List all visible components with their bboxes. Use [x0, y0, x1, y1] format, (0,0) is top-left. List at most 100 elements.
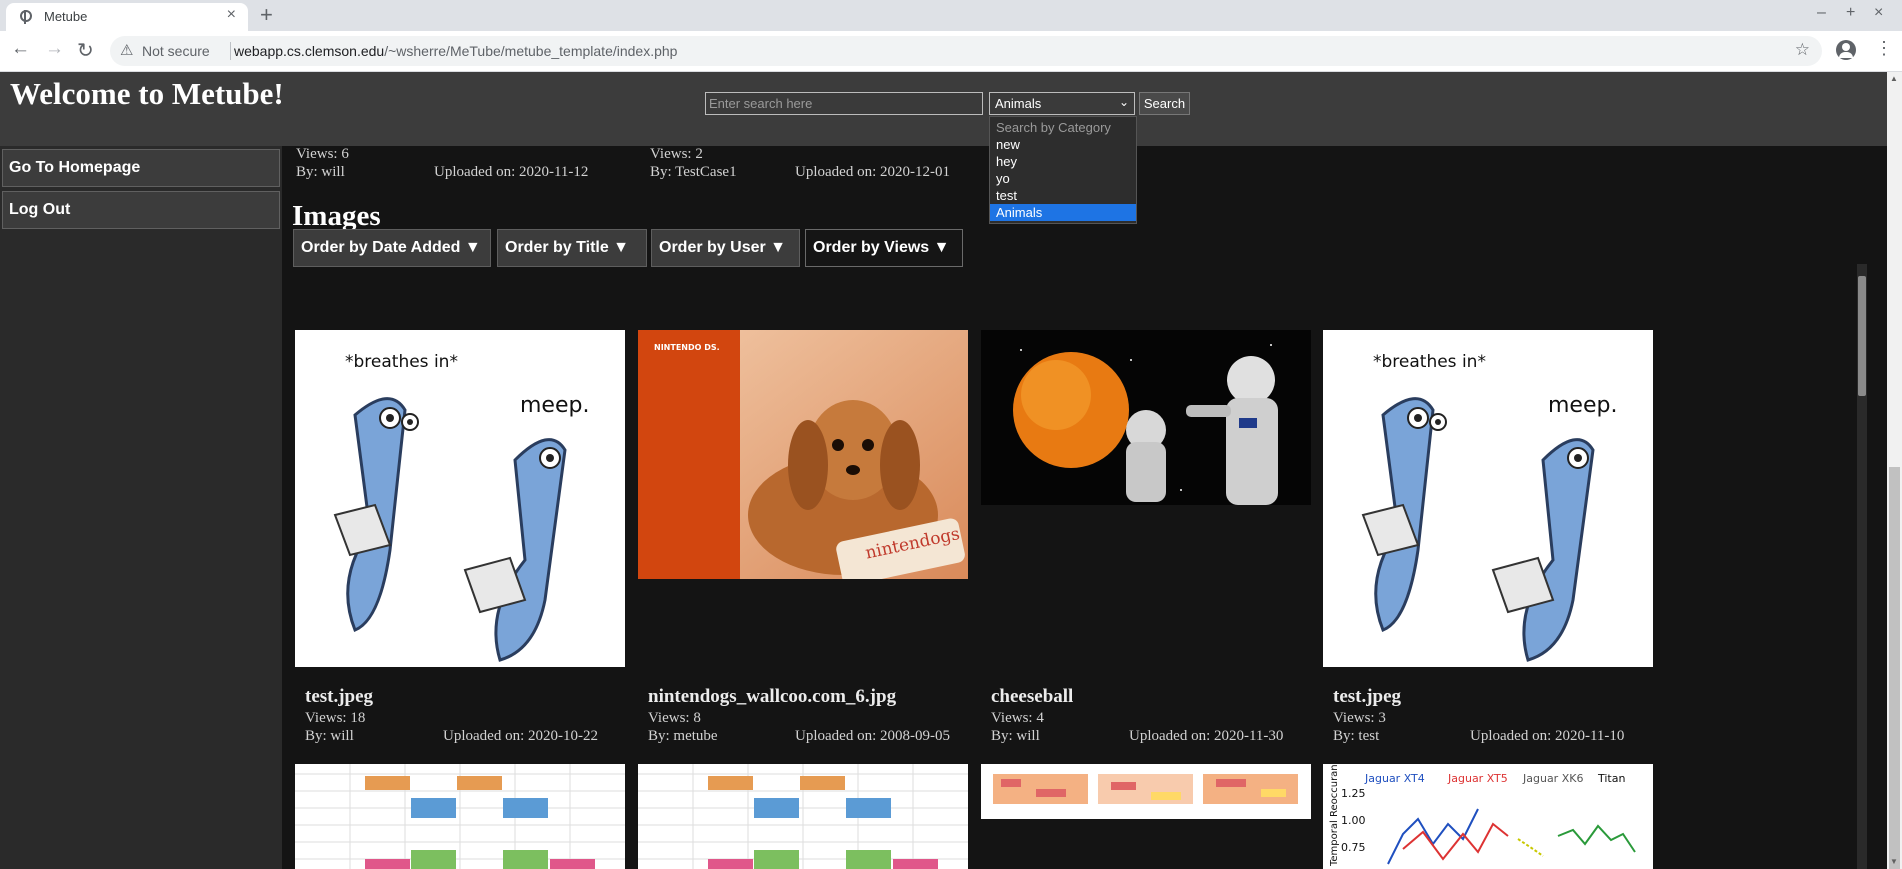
thumb-caption: NINTENDO DS.: [654, 343, 720, 352]
content-scrollbar[interactable]: [1857, 264, 1867, 869]
back-icon[interactable]: ←: [11, 38, 30, 60]
divider: [230, 42, 231, 60]
browser-tab-strip: Metube × + – + ×: [0, 0, 1902, 31]
forward-icon[interactable]: →: [45, 38, 64, 60]
category-dropdown: Search by Category new hey yo test Anima…: [989, 116, 1137, 224]
page-scrollbar[interactable]: ▲ ▼: [1887, 72, 1902, 869]
cartoon-image: *breathes in* meep.: [295, 330, 625, 667]
tab-close-icon[interactable]: ×: [227, 6, 236, 24]
menu-icon[interactable]: ⋮: [1875, 38, 1893, 59]
heatmap-image: [981, 764, 1311, 819]
url-text: webapp.cs.clemson.edu/~wsherre/MeTube/me…: [234, 43, 678, 59]
card-thumbnail[interactable]: *breathes in* meep.: [295, 330, 625, 667]
chart-tick-label: 1.00: [1341, 814, 1366, 827]
card-title[interactable]: test.jpeg: [305, 686, 373, 708]
calendar-image: [295, 764, 625, 869]
chart-legend-item: Jaguar XK6: [1522, 772, 1583, 785]
tab-title: Metube: [44, 9, 88, 24]
sort-by-date-button[interactable]: Order by Date Added ▼: [293, 229, 491, 267]
browser-tab[interactable]: Metube ×: [6, 3, 248, 31]
chart-tick-label: 1.25: [1341, 787, 1366, 800]
card-thumbnail[interactable]: [981, 330, 1311, 505]
thumb-caption: meep.: [520, 393, 589, 418]
card-thumbnail[interactable]: Jaguar XT4 Jaguar XT5 Jaguar XK6 Titan 1…: [1323, 764, 1653, 869]
account-icon[interactable]: [1836, 40, 1856, 60]
card-upload-date: Uploaded on: 2020-11-12: [434, 164, 589, 180]
category-option-hey[interactable]: hey: [990, 153, 1136, 170]
card-upload-date: Uploaded on: 2008-09-05: [795, 728, 950, 744]
card-upload-date: Uploaded on: 2020-11-30: [1129, 728, 1284, 744]
line-chart-image: Jaguar XT4 Jaguar XT5 Jaguar XK6 Titan 1…: [1323, 764, 1653, 869]
category-option-new[interactable]: new: [990, 136, 1136, 153]
chart-legend-item: Jaguar XT5: [1447, 772, 1508, 785]
card-thumbnail[interactable]: [638, 764, 968, 869]
thumb-caption: *breathes in*: [1373, 352, 1486, 372]
content-scrollbar-thumb[interactable]: [1858, 276, 1866, 396]
card-author: By: metube: [648, 728, 718, 744]
search-input[interactable]: [705, 92, 983, 115]
site-header: Welcome to Metube! Animals ⌄ Search: [0, 72, 1887, 146]
card-upload-date: Uploaded on: 2020-12-01: [795, 164, 950, 180]
star-icon[interactable]: ☆: [1795, 40, 1810, 60]
card-views: Views: 6: [296, 146, 349, 162]
card-author: By: will: [991, 728, 1040, 744]
scroll-up-icon[interactable]: ▲: [1890, 74, 1898, 83]
chevron-down-icon: ⌄: [1118, 95, 1129, 109]
reload-icon[interactable]: ↻: [77, 38, 94, 63]
card-upload-date: Uploaded on: 2020-11-10: [1470, 728, 1625, 744]
card-author: By: test: [1333, 728, 1380, 744]
card-author: By: TestCase1: [650, 164, 737, 180]
card-thumbnail[interactable]: [981, 764, 1311, 819]
sidebar-item-homepage[interactable]: Go To Homepage: [2, 149, 280, 187]
browser-toolbar: ← → ↻ ⚠ Not secure webapp.cs.clemson.edu…: [0, 31, 1902, 72]
card-views: Views: 8: [648, 710, 701, 726]
card-views: Views: 3: [1333, 710, 1386, 726]
page-scrollbar-thumb[interactable]: [1889, 467, 1900, 869]
window-close-icon[interactable]: ×: [1874, 4, 1883, 22]
page: Welcome to Metube! Animals ⌄ Search Sear…: [0, 72, 1902, 869]
card-author: By: will: [305, 728, 354, 744]
search-button[interactable]: Search: [1139, 92, 1190, 115]
site-title: Welcome to Metube!: [10, 76, 284, 111]
sort-by-views-button[interactable]: Order by Views ▼: [805, 229, 963, 267]
card-views: Views: 4: [991, 710, 1044, 726]
category-select-value: Animals: [995, 96, 1042, 111]
thumb-caption: meep.: [1548, 393, 1617, 418]
maximize-icon[interactable]: +: [1846, 4, 1855, 22]
card-upload-date: Uploaded on: 2020-10-22: [443, 728, 598, 744]
sort-by-user-button[interactable]: Order by User ▼: [651, 229, 800, 267]
category-select[interactable]: Animals ⌄: [989, 92, 1135, 115]
astronaut-image: [981, 330, 1311, 505]
sidebar: Go To Homepage Log Out: [0, 146, 282, 869]
card-author: By: will: [296, 164, 345, 180]
category-option-animals[interactable]: Animals: [990, 204, 1136, 221]
card-thumbnail[interactable]: [295, 764, 625, 869]
chart-legend-item: Jaguar XT4: [1364, 772, 1425, 785]
minimize-icon[interactable]: –: [1817, 4, 1826, 22]
cartoon-image: *breathes in* meep.: [1323, 330, 1653, 667]
calendar-image: [638, 764, 968, 869]
category-option-placeholder: Search by Category: [996, 120, 1111, 135]
address-bar[interactable]: ⚠ Not secure webapp.cs.clemson.edu/~wshe…: [110, 36, 1822, 66]
card-title[interactable]: nintendogs_wallcoo.com_6.jpg: [648, 686, 896, 708]
card-views: Views: 18: [305, 710, 366, 726]
card-views: Views: 2: [650, 146, 703, 162]
security-label: Not secure: [142, 43, 210, 59]
dog-image: NINTENDO DS. nintendogs: [638, 330, 968, 579]
category-option-yo[interactable]: yo: [990, 170, 1136, 187]
category-option-test[interactable]: test: [990, 187, 1136, 204]
thumb-caption: *breathes in*: [345, 352, 458, 372]
new-tab-icon[interactable]: +: [260, 2, 273, 28]
chart-axis-label: Temporal Reoccurance Parameter: [1329, 764, 1340, 867]
sidebar-item-logout[interactable]: Log Out: [2, 191, 280, 229]
warning-icon: ⚠: [120, 42, 134, 59]
chart-tick-label: 0.75: [1341, 841, 1366, 854]
scroll-down-icon[interactable]: ▼: [1890, 857, 1898, 866]
chart-legend-item: Titan: [1597, 772, 1625, 785]
card-title[interactable]: test.jpeg: [1333, 686, 1401, 708]
card-thumbnail[interactable]: NINTENDO DS. nintendogs: [638, 330, 968, 579]
card-thumbnail[interactable]: *breathes in* meep.: [1323, 330, 1653, 667]
card-title[interactable]: cheeseball: [991, 686, 1073, 708]
favicon-icon: [20, 10, 32, 24]
sort-by-title-button[interactable]: Order by Title ▼: [497, 229, 647, 267]
